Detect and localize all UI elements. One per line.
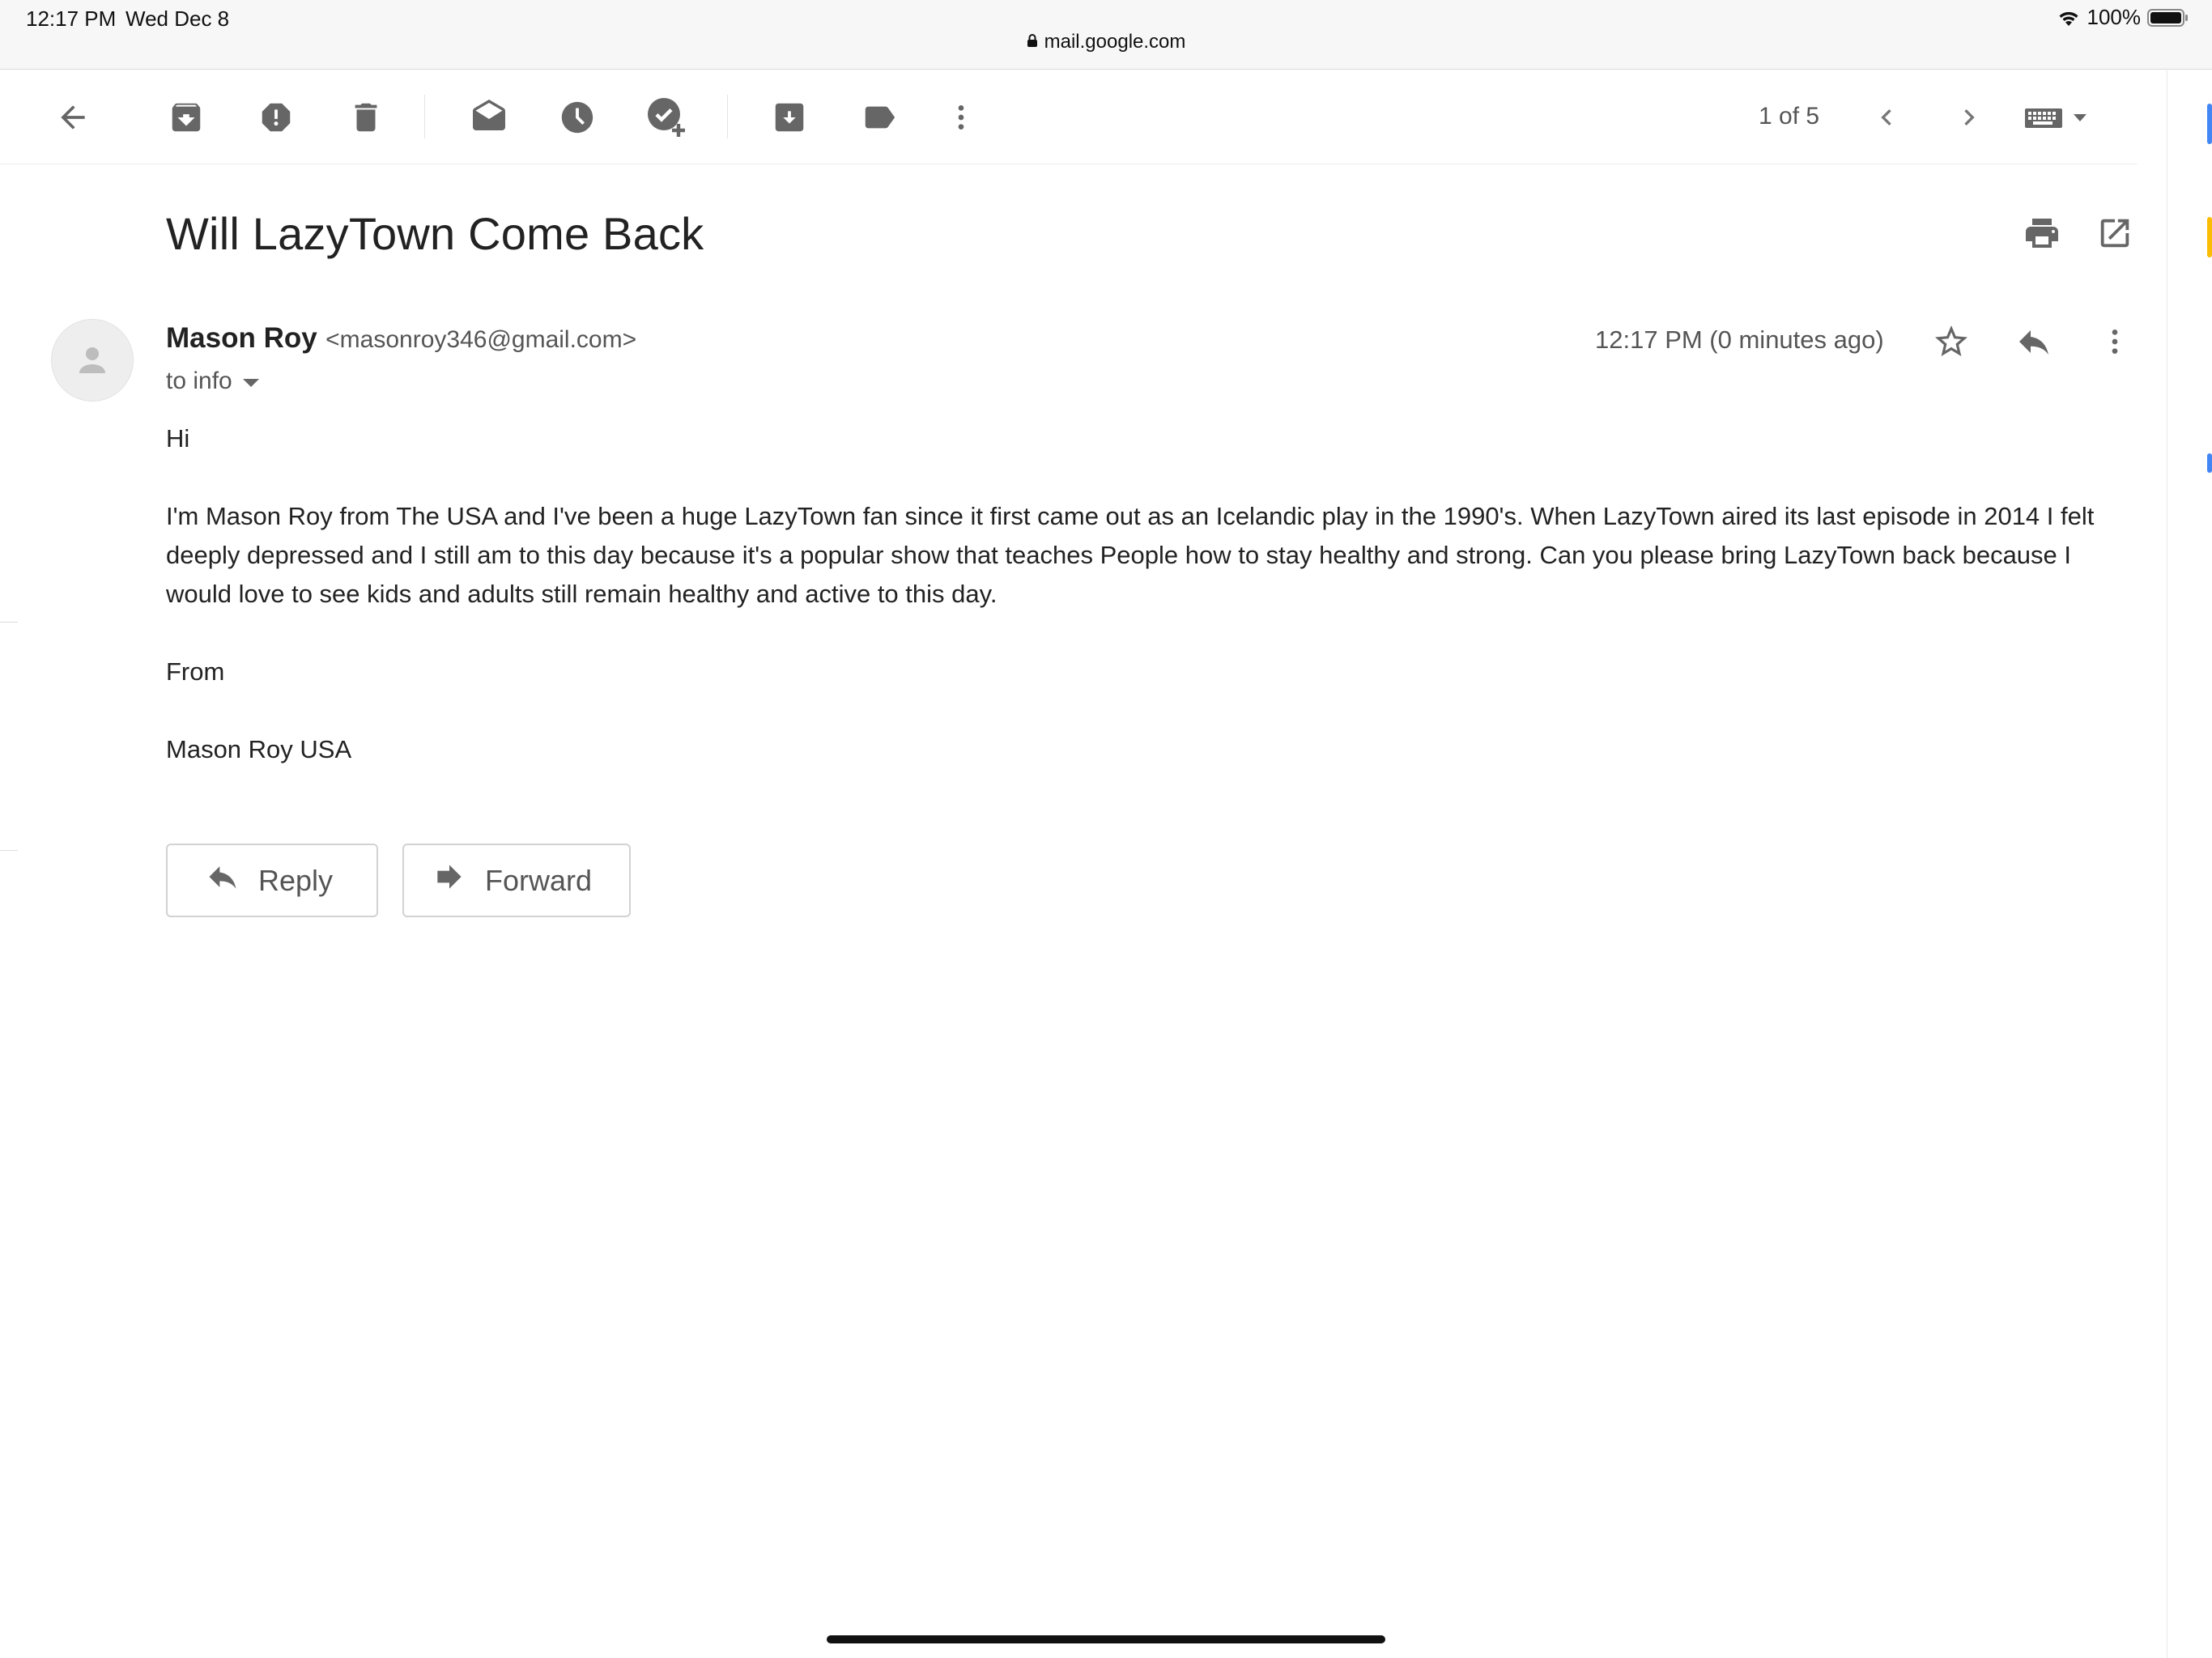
toolbar-divider [727,95,728,138]
body-paragraph: From [166,657,225,686]
email-subject: Will LazyTown Come Back [166,208,704,259]
recipient-text: to info [166,368,232,394]
snooze-icon[interactable] [551,91,603,143]
lock-icon [1027,31,1038,53]
email-body: Hi I'm Mason Roy from The USA and I've b… [166,419,2125,808]
status-date: Wed Dec 8 [125,6,230,31]
message-toolbar: 1 of 5 [0,70,2138,164]
status-time: 12:17 PM [26,6,117,31]
reply-icon [205,859,240,902]
url-text: mail.google.com [1044,31,1186,53]
reply-button-label: Reply [258,863,334,897]
sender-email: <masonroy346@gmail.com> [325,326,637,353]
archive-icon[interactable] [160,91,212,143]
wifi-icon [2057,8,2081,28]
mark-unread-icon[interactable] [463,91,515,143]
older-chevron-icon[interactable] [1861,91,1912,143]
reply-icon[interactable] [2008,316,2060,368]
more-vert-icon[interactable] [2089,316,2141,368]
page-count: 1 of 5 [1759,103,1820,130]
battery-percent: 100% [2087,5,2142,29]
back-arrow-icon[interactable] [47,91,99,143]
caret-down-icon [242,368,260,395]
star-icon[interactable] [1925,316,1977,368]
toolbar-divider [424,95,425,138]
delete-icon[interactable] [340,91,392,143]
body-paragraph: Hi [166,424,190,453]
side-panel-app-icon[interactable] [2207,104,2212,144]
forward-icon [432,859,467,902]
status-bar: 12:17 PM Wed Dec 8 100% mail.google.com [0,0,2212,70]
body-paragraph: Mason Roy USA [166,735,352,763]
battery-icon [2147,8,2189,28]
newer-chevron-icon[interactable] [1943,91,1995,143]
open-in-new-window-icon[interactable] [2091,209,2139,257]
home-indicator[interactable] [827,1635,1385,1643]
reply-button[interactable]: Reply [166,844,378,917]
timestamp: 12:17 PM (0 minutes ago) [1595,325,1884,354]
add-to-tasks-icon[interactable] [641,91,693,143]
body-paragraph: I'm Mason Roy from The USA and I've been… [166,502,2095,608]
url-bar[interactable]: mail.google.com [0,31,2212,53]
status-indicators: 100% [2057,5,2190,30]
side-panel-app-icon[interactable] [2207,453,2212,473]
sender-line: Mason Roy <masonroy346@gmail.com> [166,322,636,355]
move-to-icon[interactable] [764,91,815,143]
left-edge-divider [0,622,18,623]
report-spam-icon[interactable] [250,91,302,143]
label-icon[interactable] [853,91,905,143]
print-icon[interactable] [2018,209,2066,257]
forward-button[interactable]: Forward [402,844,631,917]
side-panel-app-icon[interactable] [2207,217,2212,257]
more-vert-icon[interactable] [935,91,987,143]
left-edge-divider [0,850,18,851]
forward-button-label: Forward [485,863,593,897]
sender-name[interactable]: Mason Roy [166,322,317,354]
person-icon [79,347,105,373]
avatar [51,319,134,402]
recipient-details-toggle[interactable]: to info [166,368,260,395]
keyboard-icon[interactable] [2019,91,2097,143]
